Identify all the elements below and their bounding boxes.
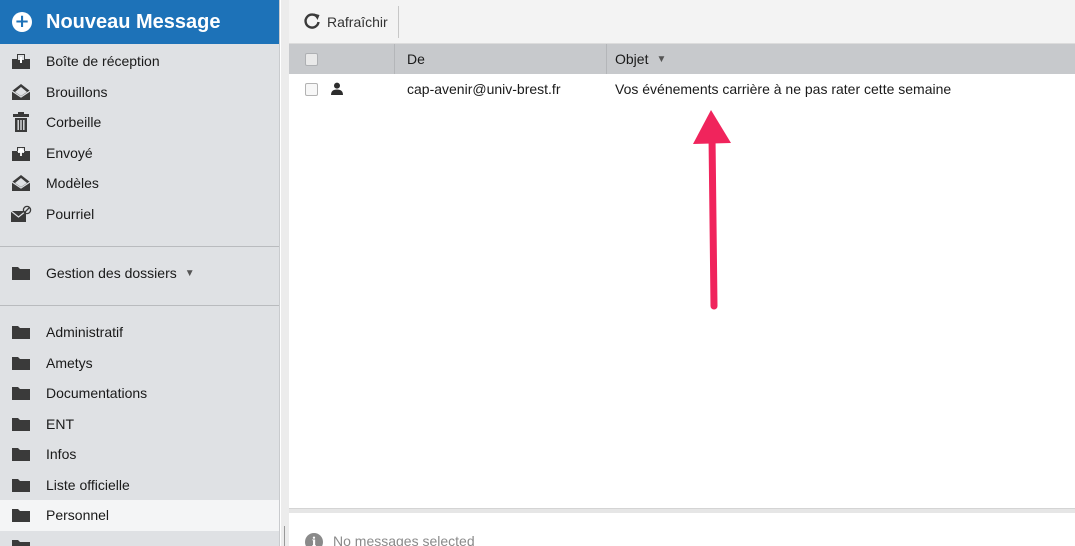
- templates-icon: [10, 173, 32, 193]
- refresh-button[interactable]: Rafraîchir: [295, 6, 399, 38]
- sidebar-item-drafts[interactable]: Brouillons: [0, 77, 279, 108]
- folder-management-label: Gestion des dossiers: [46, 265, 177, 281]
- sidebar-item-label: Ametys: [46, 354, 93, 371]
- spam-icon: [10, 204, 32, 224]
- sidebar-item-infos[interactable]: Infos: [0, 439, 279, 470]
- column-header-from-label: De: [407, 51, 425, 67]
- sidebar-item-label: Envoyé: [46, 144, 93, 161]
- sidebar-item-documentations[interactable]: Documentations: [0, 378, 279, 409]
- mail-folder-list: Boîte de réception Brouillons Corbeille …: [0, 46, 279, 230]
- select-all-checkbox[interactable]: [305, 52, 318, 66]
- sent-icon: [10, 143, 32, 163]
- folder-icon: [10, 505, 32, 525]
- message-row-check-cell: [289, 82, 395, 96]
- select-all-column[interactable]: [289, 44, 395, 74]
- sidebar-item-label: Liste officielle: [46, 476, 130, 493]
- new-message-label: Nouveau Message: [46, 10, 221, 33]
- folder-icon: [10, 263, 32, 283]
- column-header-from[interactable]: De: [395, 44, 607, 74]
- message-sender: cap-avenir@univ-brest.fr: [407, 81, 561, 97]
- folder-icon: [10, 353, 32, 373]
- sidebar-item-label: Infos: [46, 446, 77, 463]
- folder-icon: [10, 536, 32, 546]
- sidebar-item-inbox[interactable]: Boîte de réception: [0, 46, 279, 77]
- inbox-icon: [10, 51, 32, 71]
- trash-icon: [10, 112, 32, 133]
- annotation-arrow: [693, 110, 731, 310]
- sidebar-item-label: Boîte de réception: [46, 53, 160, 70]
- folder-management-toggle[interactable]: Gestion des dossiers ▼: [0, 258, 279, 288]
- new-message-button[interactable]: + Nouveau Message: [0, 0, 279, 44]
- sidebar-item-label: Corbeille: [46, 114, 102, 131]
- sidebar-item-label: Personnel: [46, 507, 110, 524]
- sidebar-item-personnel[interactable]: Personnel: [0, 500, 279, 531]
- drafts-icon: [10, 82, 32, 102]
- message-subject: Vos événements carrière à ne pas rater c…: [615, 81, 952, 97]
- preview-pane: i No messages selected: [289, 513, 1075, 546]
- sidebar-item-templates[interactable]: Modèles: [0, 168, 279, 199]
- sidebar-item-label: Documentations: [46, 385, 148, 402]
- sidebar-item-ent[interactable]: ENT: [0, 409, 279, 440]
- refresh-label: Rafraîchir: [327, 14, 388, 30]
- folder-icon: [10, 383, 32, 403]
- sidebar-item-sent[interactable]: Envoyé: [0, 138, 279, 169]
- sidebar-item-trash[interactable]: Corbeille: [0, 107, 279, 138]
- column-header-subject[interactable]: Objet ▼: [607, 44, 1075, 74]
- folder-icon: [10, 475, 32, 495]
- sidebar-item-partial[interactable]: [0, 531, 279, 546]
- splitter-grip[interactable]: [284, 526, 285, 546]
- folder-icon: [10, 322, 32, 342]
- sidebar-item-administratif[interactable]: Administratif: [0, 317, 279, 348]
- person-icon: [330, 82, 344, 96]
- message-checkbox[interactable]: [305, 82, 318, 96]
- message-row[interactable]: cap-avenir@univ-brest.fr Vos événements …: [289, 74, 1075, 104]
- sidebar-item-label: Administratif: [46, 324, 124, 341]
- column-header-subject-label: Objet: [615, 51, 649, 67]
- toolbar: Rafraîchir: [289, 0, 1075, 44]
- caret-down-icon: ▼: [184, 267, 195, 279]
- sidebar-item-label: Brouillons: [46, 83, 108, 100]
- sidebar-item-label: Modèles: [46, 175, 99, 192]
- sidebar-item-ametys[interactable]: Ametys: [0, 348, 279, 379]
- sidebar: + Nouveau Message Boîte de réception Bro…: [0, 0, 280, 546]
- sidebar-item-label: Pourriel: [46, 205, 95, 222]
- info-icon: i: [305, 533, 323, 546]
- sidebar-divider: [0, 305, 279, 306]
- sidebar-item-spam[interactable]: Pourriel: [0, 199, 279, 230]
- folder-icon: [10, 444, 32, 464]
- refresh-icon: [303, 12, 321, 33]
- sidebar-item-label: ENT: [46, 415, 74, 432]
- custom-folder-list: Administratif Ametys Documentations ENT …: [0, 317, 279, 546]
- message-grid-header: De Objet ▼: [289, 44, 1075, 74]
- plus-circle-icon: +: [12, 12, 32, 32]
- sort-caret-icon[interactable]: ▼: [656, 54, 666, 65]
- folder-icon: [10, 414, 32, 434]
- pane-splitter[interactable]: [281, 0, 289, 546]
- sidebar-divider: [0, 246, 279, 247]
- preview-empty-message: No messages selected: [333, 533, 475, 546]
- sidebar-item-liste-officielle[interactable]: Liste officielle: [0, 470, 279, 501]
